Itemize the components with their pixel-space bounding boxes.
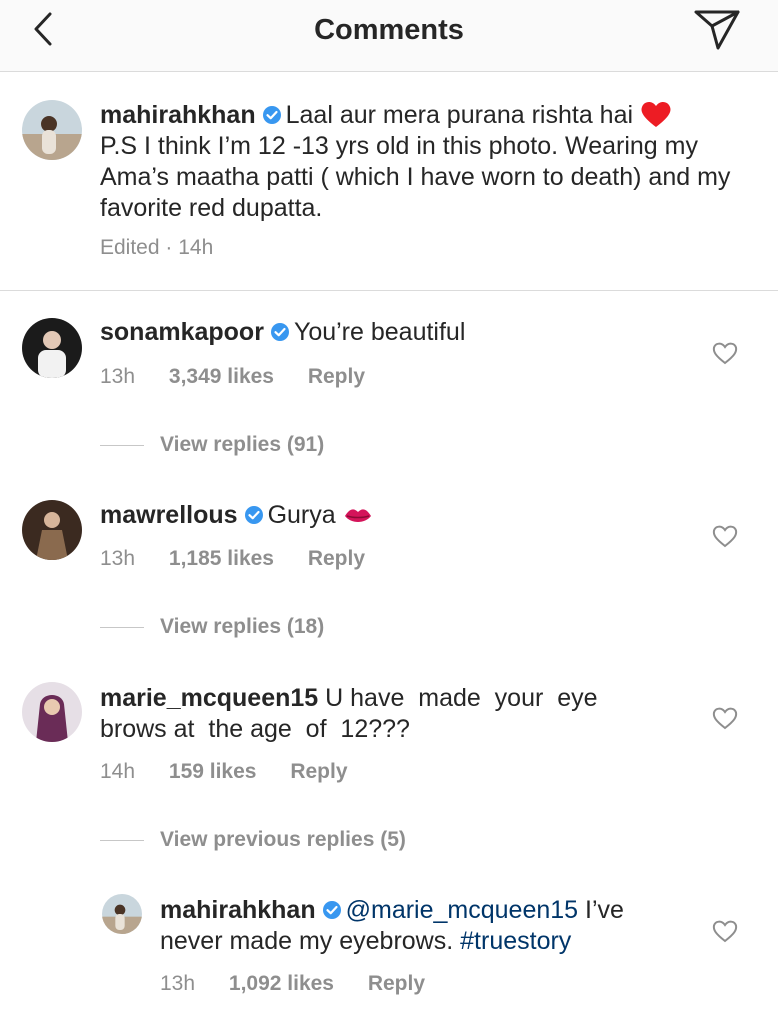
avatar[interactable]	[22, 682, 82, 742]
verified-badge-icon	[262, 106, 281, 124]
reply-button[interactable]: Reply	[308, 547, 365, 571]
divider-line	[100, 839, 144, 841]
page-title: Comments	[314, 14, 464, 46]
divider-line	[100, 444, 144, 446]
view-replies-label: View replies (18)	[160, 615, 325, 638]
divider-line	[100, 626, 144, 628]
post-caption: mahirahkhan Laal aur mera purana rishta h…	[0, 72, 778, 291]
red-heart-icon	[641, 101, 671, 127]
reply-button[interactable]: Reply	[368, 972, 425, 996]
heart-outline-icon[interactable]	[712, 919, 738, 943]
mention-link[interactable]: @marie_mcqueen15	[346, 896, 578, 924]
avatar[interactable]	[22, 500, 82, 560]
comment-time: 13h	[100, 365, 136, 388]
username[interactable]: mahirahkhan	[100, 101, 256, 129]
username[interactable]: sonamkapoor	[100, 318, 264, 346]
username[interactable]: marie_mcqueen15	[100, 684, 318, 712]
likes-count[interactable]: 3,349 likes	[169, 365, 274, 389]
likes-count[interactable]: 1,185 likes	[169, 547, 274, 571]
caption-text: Laal aur mera purana rishta hai	[285, 101, 634, 129]
comment-time: 13h	[100, 547, 136, 570]
username[interactable]: mawrellous	[100, 501, 238, 529]
verified-badge-icon	[244, 506, 263, 524]
view-replies-label: View replies (91)	[160, 433, 325, 456]
share-button[interactable]	[690, 6, 742, 52]
likes-count[interactable]: 159 likes	[169, 760, 257, 784]
caption-meta: Edited · 14h	[100, 236, 214, 259]
avatar[interactable]	[22, 318, 82, 378]
avatar[interactable]	[102, 894, 142, 934]
paper-plane-icon	[694, 10, 740, 50]
kiss-lips-icon	[344, 509, 371, 522]
avatar[interactable]	[22, 100, 82, 160]
username[interactable]: mahirahkhan	[160, 896, 316, 924]
verified-badge-icon	[270, 323, 289, 341]
view-replies-button[interactable]: View replies (91)	[100, 433, 324, 457]
comment-time: 14h	[100, 760, 136, 783]
view-previous-replies-button[interactable]: View previous replies (5)	[100, 828, 406, 852]
caption-text-continued: P.S I think I’m 12 -13 yrs old in this p…	[100, 132, 731, 222]
view-replies-label: View previous replies (5)	[160, 828, 406, 851]
top-bar: Comments	[0, 0, 778, 72]
comment-text: Gurya	[267, 501, 336, 529]
comment-text: You’re beautiful	[293, 318, 466, 346]
heart-outline-icon[interactable]	[712, 341, 738, 365]
heart-outline-icon[interactable]	[712, 706, 738, 730]
reply-button[interactable]: Reply	[290, 760, 347, 784]
view-replies-button[interactable]: View replies (18)	[100, 615, 324, 639]
verified-badge-icon	[322, 901, 341, 919]
hashtag-link[interactable]: #truestory	[460, 927, 571, 955]
comment-time: 13h	[160, 972, 196, 995]
heart-outline-icon[interactable]	[712, 524, 738, 548]
likes-count[interactable]: 1,092 likes	[229, 972, 334, 996]
reply-button[interactable]: Reply	[308, 365, 365, 389]
